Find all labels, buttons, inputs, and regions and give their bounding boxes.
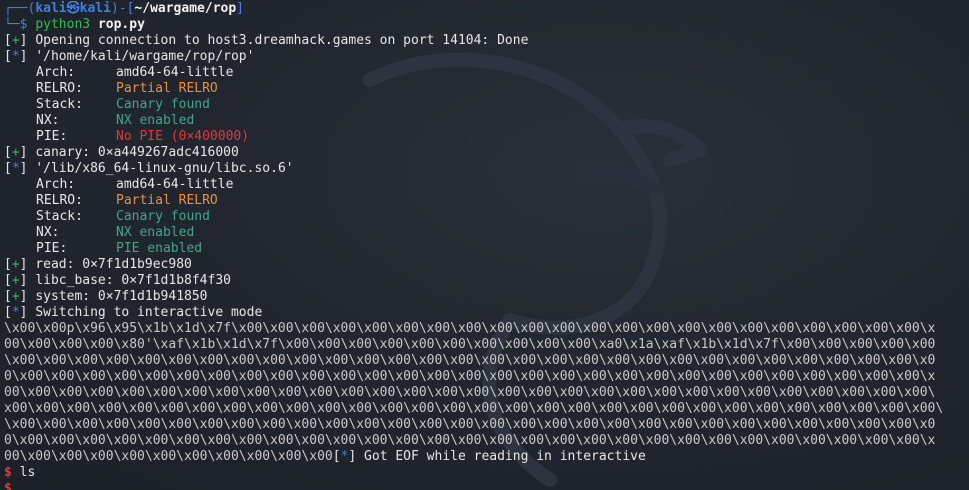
hex-dump-eof-line: 00\x00\x00\x00\x00\x00\x00\x00\x00\x00\x… [4, 449, 646, 464]
hex-dump-line: \x00\x00p\x96\x95\x1b\x1d\x7f\x00\x00\x0… [4, 321, 936, 336]
hex-dump-line: \x00\x00\x00\x00\x00\x00\x00\x00\x00\x00… [4, 353, 936, 368]
info-marker: * [11, 305, 20, 320]
checksec-row: Stack: Canary found [36, 97, 210, 112]
log-text: Got EOF while reading in interactive [364, 449, 646, 464]
log-text: Switching to interactive mode [35, 305, 263, 320]
checksec-row: RELRO: Partial RELRO [36, 81, 218, 96]
shell-command: ls [19, 465, 36, 480]
success-marker: + [11, 289, 20, 304]
checksec-row: NX: NX enabled [36, 225, 195, 240]
checksec-row: PIE: PIE enabled [36, 241, 203, 256]
success-marker: + [11, 257, 20, 272]
log-line-canary: [+] canary: 0×a449267adc416000 [4, 145, 239, 160]
log-text: libc_base: 0×7f1d1b8f4f30 [35, 273, 231, 288]
hex-dump-line: 00\x00\x00\x00\x00\x00\x00\x00\x00\x00\x… [4, 385, 936, 400]
hex-dump-line: \x00\x00\x00\x00\x00\x00\x00\x00\x00\x00… [4, 417, 936, 432]
shell-input-line[interactable]: $ ls [4, 465, 969, 481]
log-line-interactive: [*] Switching to interactive mode [4, 305, 263, 320]
checksec-row: Arch: amd64-64-little [36, 65, 234, 80]
log-text: '/home/kali/wargame/rop/rop' [35, 49, 255, 64]
hex-dump-line: 0\x00\x00\x00\x00\x00\x00\x00\x00\x00\x0… [4, 433, 936, 448]
shell-input-line-partial[interactable]: $ [4, 481, 969, 490]
info-marker: * [11, 49, 20, 64]
terminal-window[interactable]: ┌──(kali㉿kali)-[~/wargame/rop] └─$ pytho… [0, 0, 969, 490]
command-name: python3 [35, 17, 91, 32]
prompt-header-line: ┌──(kali㉿kali)-[~/wargame/rop] [4, 1, 244, 16]
shell-dollar: $ [4, 465, 12, 480]
log-text: read: 0×7f1d1b9ec980 [35, 257, 192, 272]
hex-dump-line: 0\x00\x00\x00\x00\x00\x00\x00\x00\x00\x0… [4, 369, 936, 384]
log-text: '/lib/x86_64-linux-gnu/libc.so.6' [35, 161, 294, 176]
log-line-system: [+] system: 0×7f1d1b941850 [4, 289, 208, 304]
success-marker: + [11, 273, 20, 288]
checksec-row: RELRO: Partial RELRO [36, 193, 218, 208]
prompt-user-host: kali㉿kali [35, 1, 111, 16]
checksec-row: Stack: Canary found [36, 209, 210, 224]
log-line-opening: [+] Opening connection to host3.dreamhac… [4, 33, 529, 48]
prompt-path: ~/wargame/rop [134, 1, 237, 16]
success-marker: + [11, 33, 20, 48]
prompt-command-line: └─$ python3 rop.py [4, 17, 145, 32]
info-marker: * [11, 161, 20, 176]
log-line-read: [+] read: 0×7f1d1b9ec980 [4, 257, 192, 272]
checksec-row: Arch: amd64-64-little [36, 177, 234, 192]
command-arg: rop.py [97, 17, 145, 32]
checksec-row: PIE: No PIE (0×400000) [36, 129, 250, 144]
success-marker: + [11, 145, 20, 160]
hex-dump-line: 00\x00\x00\x00\x80'\xaf\x1b\x1d\x7f\x00\… [4, 337, 936, 352]
log-text: canary: 0×a449267adc416000 [35, 145, 239, 160]
hex-dump-line: x00\x00\x00\x00\x00\x00\x00\x00\x00\x00\… [4, 401, 944, 416]
checksec-row: NX: NX enabled [36, 113, 195, 128]
log-line-binary: [*] '/home/kali/wargame/rop/rop' [4, 49, 255, 64]
log-line-libc-base: [+] libc_base: 0×7f1d1b8f4f30 [4, 273, 231, 288]
log-text: system: 0×7f1d1b941850 [35, 289, 208, 304]
log-text: Opening connection to host3.dreamhack.ga… [35, 33, 529, 48]
log-line-libc: [*] '/lib/x86_64-linux-gnu/libc.so.6' [4, 161, 294, 176]
